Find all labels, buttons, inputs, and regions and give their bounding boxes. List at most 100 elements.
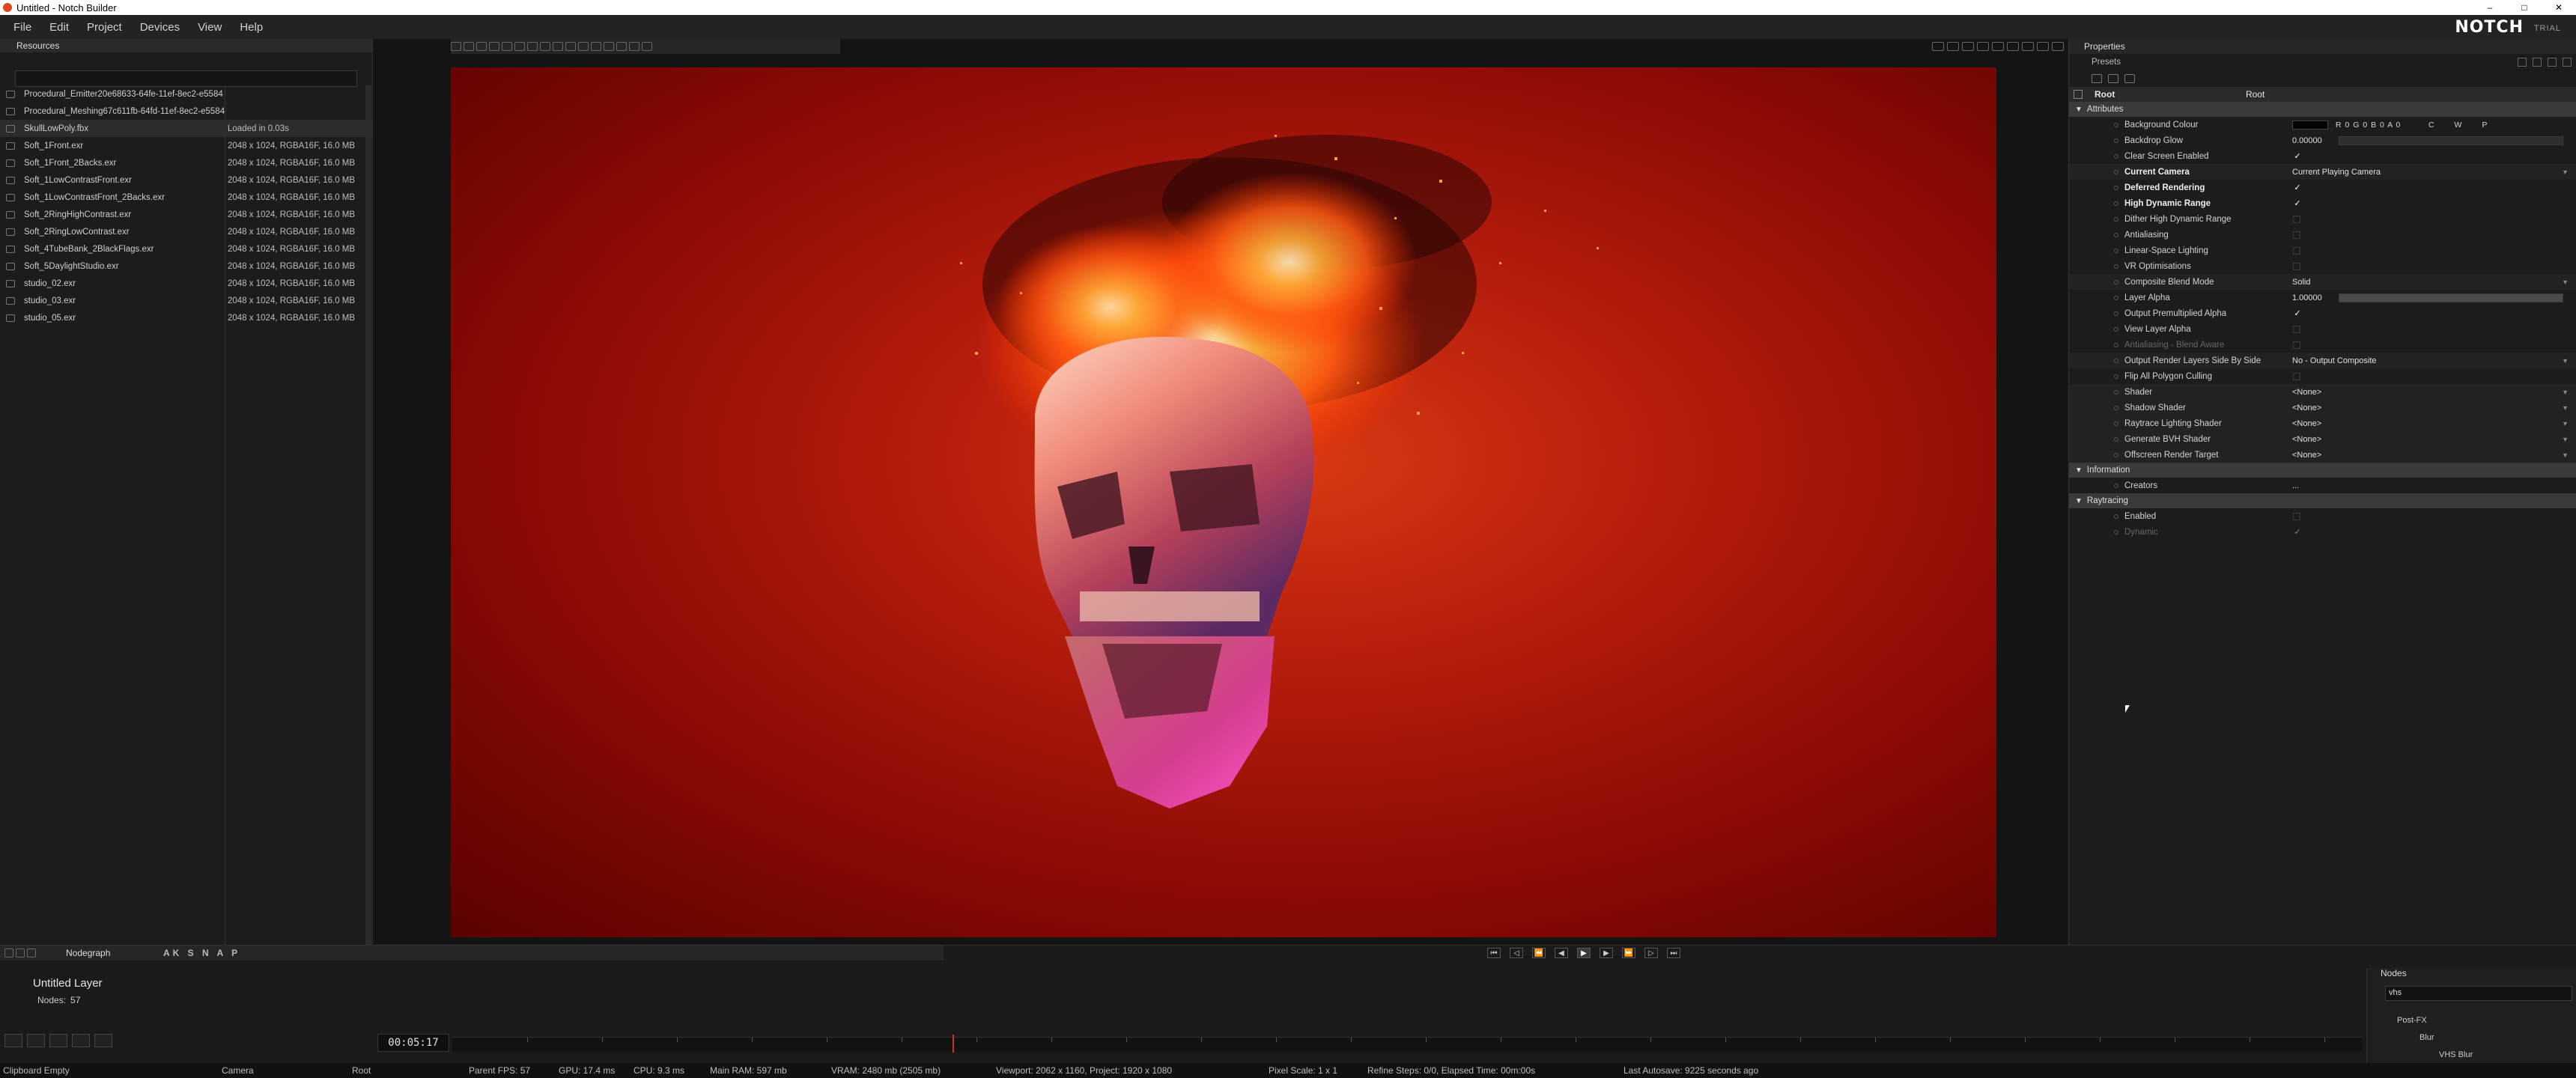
keyframe-dot[interactable] [2114, 264, 2118, 269]
move-view-icon[interactable] [1947, 42, 1959, 51]
resource-item[interactable]: Procedural_Meshing67c611fb-64fd-11ef-8ec… [0, 103, 373, 120]
nodes-search-input[interactable]: vhs [2385, 986, 2572, 1001]
prop-vr-optimisations[interactable]: VR Optimisations [2069, 258, 2576, 274]
keyframe-dot[interactable] [2114, 122, 2118, 127]
colour-mode-buttons[interactable]: C W P [2428, 121, 2496, 130]
keyframe-dot[interactable] [2114, 529, 2118, 535]
prop-dropdown[interactable]: Current Playing Camera [2292, 168, 2381, 177]
timecode-display[interactable]: 00:05:17 [377, 1034, 449, 1052]
keyframe-dot[interactable] [2114, 514, 2118, 519]
nodegraph-frame-icon[interactable] [16, 948, 25, 957]
prop-current-camera[interactable]: Current Camera Current Playing Camera ▼ [2069, 164, 2576, 180]
keyframe-dot[interactable] [2114, 279, 2118, 284]
tree-item-post-fx[interactable]: Post-FX [2367, 1011, 2576, 1029]
camera-tool-icon[interactable] [514, 42, 525, 51]
target-tool-icon[interactable] [527, 42, 538, 51]
value-slider[interactable] [2339, 293, 2563, 302]
keyframe-dot[interactable] [2114, 185, 2118, 190]
prop-raytracing-dynamic[interactable]: Dynamic ✓ [2069, 524, 2576, 540]
settings-icon[interactable] [4, 1034, 22, 1047]
resource-item[interactable]: Soft_4TubeBank_2BlackFlags.exr 2048 x 102… [0, 240, 373, 258]
keyframe-dot[interactable] [2114, 153, 2118, 159]
menu-project[interactable]: Project [78, 21, 131, 34]
prop-dropdown[interactable]: <None> [2292, 451, 2321, 460]
rewind-icon[interactable]: ⏪ [1532, 948, 1546, 958]
resource-item[interactable]: Soft_2RingLowContrast.exr 2048 x 1024, RG… [0, 223, 373, 240]
keyframe-dot[interactable] [2114, 216, 2118, 222]
keyframe-dot[interactable] [2114, 436, 2118, 442]
filter-icon[interactable] [2092, 74, 2102, 83]
rotate-tool-icon[interactable] [464, 42, 474, 51]
resource-item[interactable]: Soft_1LowContrastFront_2Backs.exr 2048 x … [0, 189, 373, 206]
root-enable-checkbox[interactable] [2074, 90, 2083, 99]
in-point-icon[interactable] [72, 1034, 90, 1047]
prop-background-colour[interactable]: Background Colour R 0 G 0 B 0 A 0 C W P [2069, 117, 2576, 133]
remove-icon[interactable] [2548, 58, 2557, 67]
prop-checkbox[interactable]: ✓ [2293, 199, 2302, 208]
gizmo-tool-icon[interactable] [553, 42, 563, 51]
prop-dropdown[interactable]: No - Output Composite [2292, 356, 2377, 365]
keyframe-dot[interactable] [2114, 295, 2118, 300]
prop-checkbox[interactable] [2293, 341, 2300, 349]
prop-checkbox[interactable] [2293, 246, 2300, 255]
step-back-icon[interactable]: ◁ [1510, 948, 1523, 958]
prop-checkbox[interactable] [2293, 325, 2300, 333]
prop-dither-hdr[interactable]: Dither High Dynamic Range [2069, 211, 2576, 227]
transform-tool-icon[interactable] [578, 42, 589, 51]
camera-icon[interactable] [27, 1034, 45, 1047]
view-tool-icon[interactable] [591, 42, 601, 51]
minimize-button[interactable]: – [2473, 0, 2507, 15]
section-attributes[interactable]: ▼ Attributes [2069, 102, 2576, 117]
loop-icon[interactable] [49, 1034, 67, 1047]
prop-dropdown[interactable]: <None> [2292, 388, 2321, 397]
value-slider[interactable] [2339, 135, 2563, 145]
prop-linear-space-lighting[interactable]: Linear-Space Lighting [2069, 243, 2576, 258]
prop-raytracing-enabled[interactable]: Enabled [2069, 508, 2576, 524]
prop-checkbox[interactable]: ✓ [2293, 309, 2302, 318]
display-tool-icon[interactable] [629, 42, 640, 51]
chevron-down-icon[interactable]: ▼ [2562, 389, 2569, 396]
keyframe-dot[interactable] [2114, 326, 2118, 332]
prop-shadow-shader[interactable]: Shadow Shader <None> ▼ [2069, 400, 2576, 415]
resource-item[interactable]: SkullLowPoly.fbx Loaded in 0.03s [0, 120, 373, 137]
fast-forward-icon[interactable]: ⏩ [1622, 948, 1635, 958]
overlay-tool-icon[interactable] [642, 42, 652, 51]
resource-item[interactable]: Soft_1Front.exr 2048 x 1024, RGBA16F, 16.… [0, 137, 373, 154]
resource-item[interactable]: studio_03.exr 2048 x 1024, RGBA16F, 16.0 … [0, 292, 373, 309]
download-icon[interactable] [2518, 58, 2527, 67]
tree-item-vhs-blur[interactable]: VHS Blur [2367, 1046, 2576, 1063]
presets-dropdown[interactable]: Presets [2069, 54, 2576, 70]
fit-view-icon[interactable] [1962, 42, 1974, 51]
prop-clear-screen[interactable]: Clear Screen Enabled ✓ [2069, 148, 2576, 164]
prop-flip-polygon-culling[interactable]: Flip All Polygon Culling [2069, 368, 2576, 384]
prop-value[interactable]: ... [2292, 481, 2299, 490]
out-point-icon[interactable] [94, 1034, 112, 1047]
light-tool-icon[interactable] [565, 42, 576, 51]
prop-high-dynamic-range[interactable]: High Dynamic Range ✓ [2069, 195, 2576, 211]
snap-tool-icon[interactable] [502, 42, 512, 51]
resource-item[interactable]: studio_05.exr 2048 x 1024, RGBA16F, 16.0 … [0, 309, 373, 326]
menu-devices[interactable]: Devices [131, 21, 189, 34]
maximize-view-icon[interactable] [2052, 42, 2064, 51]
keyframe-dot[interactable] [2114, 421, 2118, 426]
keyframe-dot[interactable] [2114, 483, 2118, 488]
prop-checkbox[interactable]: ✓ [2293, 152, 2302, 161]
keyframe-dot[interactable] [2114, 358, 2118, 363]
skip-end-icon[interactable]: ⏭ [1667, 948, 1680, 958]
scale-tool-icon[interactable] [476, 42, 487, 51]
menu-help[interactable]: Help [231, 21, 272, 34]
chevron-down-icon[interactable]: ▼ [2562, 451, 2569, 459]
prop-generate-bvh-shader[interactable]: Generate BVH Shader <None> ▼ [2069, 431, 2576, 447]
settings-icon[interactable] [1932, 42, 1944, 51]
prop-raytrace-lighting-shader[interactable]: Raytrace Lighting Shader <None> ▼ [2069, 415, 2576, 431]
keyframe-dot[interactable] [2114, 374, 2118, 379]
lock-icon[interactable] [1992, 42, 2004, 51]
refresh-icon[interactable] [1977, 42, 1989, 51]
snap-toggles[interactable]: AK S N A P [163, 948, 240, 958]
maximize-button[interactable]: □ [2507, 0, 2542, 15]
prop-checkbox[interactable] [2293, 262, 2300, 270]
clear-icon[interactable] [2124, 74, 2135, 83]
nodegraph-tab[interactable]: Nodegraph [66, 948, 163, 958]
tree-item-blur[interactable]: Blur [2367, 1029, 2576, 1046]
prop-backdrop-glow[interactable]: Backdrop Glow 0.00000 [2069, 133, 2576, 148]
